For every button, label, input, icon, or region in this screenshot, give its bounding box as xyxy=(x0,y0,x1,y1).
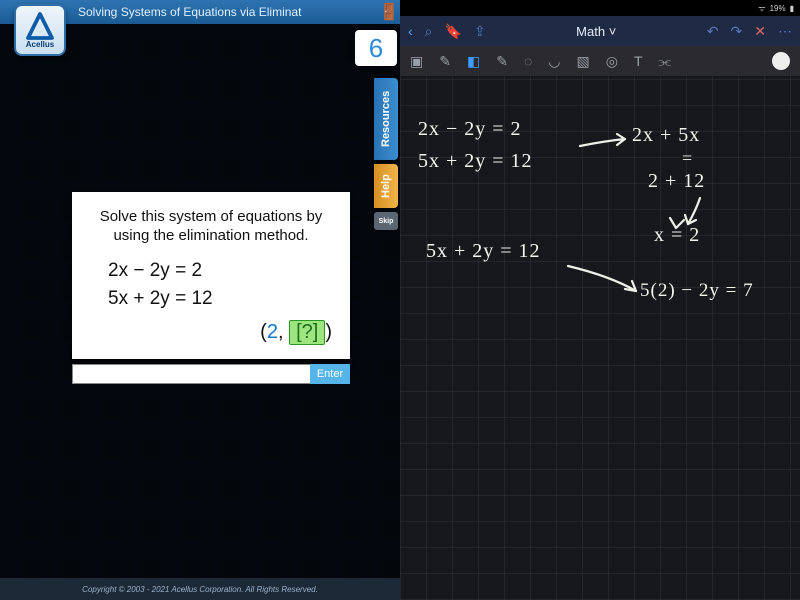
lasso-icon[interactable]: ◡ xyxy=(548,53,560,70)
tab-help[interactable]: Help xyxy=(374,164,398,208)
pen-icon[interactable]: ✎ xyxy=(439,53,451,70)
color-dot[interactable] xyxy=(772,52,790,70)
acellus-pane: Solving Systems of Equations via Elimina… xyxy=(0,0,400,600)
equation-1: 2x − 2y = 2 xyxy=(86,258,336,286)
enter-button[interactable]: Enter xyxy=(310,364,350,384)
exit-icon[interactable]: 🚪 xyxy=(382,0,396,24)
camera-icon[interactable]: ◎ xyxy=(606,53,618,70)
question-counter: 6 xyxy=(355,30,397,66)
back-icon[interactable]: ‹ xyxy=(408,23,413,39)
answer-x: 2 xyxy=(267,321,278,343)
notes-pane: ᯤ 19% ▮ ‹ ⌕ 🔖 ⇪ Math ˅ ↶ ↷ ✕ ⋯ ▣ ✎ ◧ ✎ ◌… xyxy=(400,0,800,600)
instruction-text: Solve this system of equations by using … xyxy=(86,208,336,246)
doc-title[interactable]: Math ˅ xyxy=(498,24,695,39)
battery-pct: 19% xyxy=(770,4,786,13)
nav-bar: ‹ ⌕ 🔖 ⇪ Math ˅ ↶ ↷ ✕ ⋯ xyxy=(400,16,800,46)
highlighter-icon[interactable]: ✎ xyxy=(496,53,508,70)
brand-text: Acellus xyxy=(26,40,54,49)
text-icon[interactable]: T xyxy=(634,53,643,69)
more-icon[interactable]: ⋯ xyxy=(778,23,792,40)
tab-skip[interactable]: Skip xyxy=(374,212,398,230)
hw-arrows xyxy=(400,76,800,596)
undo-icon[interactable]: ↶ xyxy=(707,23,719,40)
answer-input[interactable] xyxy=(72,364,310,384)
close-icon[interactable]: ✕ xyxy=(754,23,766,40)
note-canvas[interactable]: 2x − 2y = 2 5x + 2y = 12 2x + 5x = 2 + 1… xyxy=(400,76,800,600)
tool-bar: ▣ ✎ ◧ ✎ ◌ ◡ ▧ ◎ T ⫘ xyxy=(400,46,800,76)
eraser-icon[interactable]: ◧ xyxy=(467,53,480,70)
wifi-icon: ᯤ xyxy=(758,3,765,14)
footer-text: Copyright © 2003 - 2021 Acellus Corporat… xyxy=(0,578,400,600)
search-icon[interactable]: ⌕ xyxy=(425,23,433,40)
answer-row: Enter xyxy=(72,364,350,384)
answer-blank[interactable]: [?] xyxy=(289,320,325,345)
shapes-icon[interactable]: ◌ xyxy=(524,53,532,69)
image-icon[interactable]: ▧ xyxy=(576,53,589,70)
equation-2: 5x + 2y = 12 xyxy=(86,286,336,314)
attach-icon[interactable]: ⫘ xyxy=(659,53,672,70)
tab-resources[interactable]: Resources xyxy=(374,78,398,160)
bookmark-icon[interactable]: 🔖 xyxy=(445,23,462,40)
crop-icon[interactable]: ▣ xyxy=(410,53,423,70)
question-card: Solve this system of equations by using … xyxy=(72,192,350,359)
share-icon[interactable]: ⇪ xyxy=(474,23,486,40)
status-bar: ᯤ 19% ▮ xyxy=(400,0,800,16)
answer-template: (2, [?]) xyxy=(86,314,336,345)
acellus-logo[interactable]: Acellus xyxy=(14,4,66,56)
redo-icon[interactable]: ↷ xyxy=(731,23,743,40)
lesson-title: Solving Systems of Equations via Elimina… xyxy=(78,5,301,19)
battery-icon: ▮ xyxy=(790,4,794,13)
